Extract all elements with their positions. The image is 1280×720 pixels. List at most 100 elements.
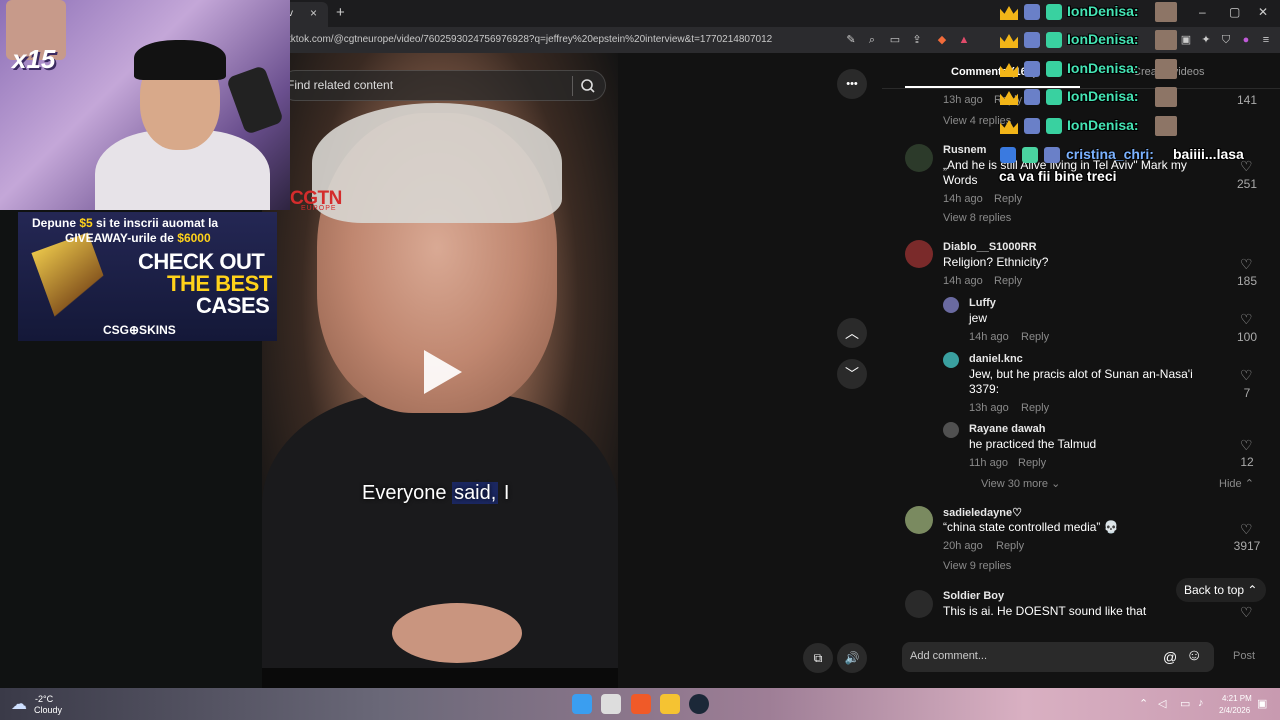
ad-line-2: GIVEAWAY-urile de $6000 bbox=[65, 231, 211, 245]
reply-button[interactable]: Reply bbox=[994, 193, 1022, 205]
close-window-button[interactable]: ✕ bbox=[1258, 5, 1268, 19]
video-frame-hands bbox=[392, 603, 522, 663]
reader-icon[interactable]: ✎ bbox=[843, 32, 859, 48]
avatar[interactable] bbox=[905, 506, 933, 534]
like-count: 12 bbox=[1240, 455, 1254, 469]
reply-button[interactable]: Reply bbox=[1021, 331, 1049, 343]
extensions-icon[interactable]: ✦ bbox=[1198, 32, 1214, 48]
wallet-icon[interactable]: ▣ bbox=[1178, 32, 1194, 48]
webcam-headphones bbox=[134, 40, 226, 80]
url-field[interactable]: tktok.com/@cgtneurope/video/760259302475… bbox=[288, 34, 772, 45]
clock-date[interactable]: 2/4/2026 bbox=[1219, 706, 1250, 715]
chevron-up-icon: ︿ bbox=[845, 325, 859, 341]
brave-browser-icon[interactable] bbox=[631, 694, 651, 714]
new-tab-button[interactable]: + bbox=[336, 4, 345, 21]
avatar[interactable] bbox=[943, 352, 959, 368]
cast-icon[interactable]: ▭ bbox=[887, 32, 903, 48]
avatar[interactable] bbox=[905, 240, 933, 268]
emoji-icon[interactable]: ☺ bbox=[1186, 647, 1202, 665]
heart-icon[interactable]: ♡ bbox=[1240, 521, 1253, 538]
play-icon[interactable] bbox=[424, 350, 462, 394]
profile-icon[interactable]: ● bbox=[1238, 32, 1254, 48]
cloud-icon[interactable]: ☁ bbox=[11, 694, 27, 714]
notification-icon[interactable]: ▣ bbox=[1257, 697, 1267, 710]
view-replies-button[interactable]: View 9 replies bbox=[943, 560, 1011, 572]
like-count: 100 bbox=[1236, 330, 1258, 344]
like-count: 251 bbox=[1236, 177, 1258, 191]
share-icon[interactable]: ⇪ bbox=[909, 32, 925, 48]
clock-time[interactable]: 4:21 PM bbox=[1222, 694, 1252, 703]
hide-replies-button[interactable]: Hide ⌃ bbox=[1219, 477, 1254, 490]
back-to-top-button[interactable]: Back to top ⌃ bbox=[1176, 578, 1266, 602]
heart-icon[interactable]: ♡ bbox=[1240, 437, 1253, 454]
reply-button[interactable]: Reply bbox=[1021, 402, 1049, 414]
volume-tray-icon[interactable]: ♪ bbox=[1198, 697, 1204, 709]
comment-username[interactable]: Soldier Boy bbox=[943, 590, 1004, 602]
file-explorer-icon[interactable] bbox=[660, 694, 680, 714]
add-comment-placeholder: Add comment... bbox=[910, 650, 988, 662]
bot-badge-icon bbox=[1024, 89, 1040, 105]
chat-username: IonDenisa: bbox=[1067, 88, 1139, 104]
reply-time: 11h ago bbox=[969, 457, 1008, 469]
task-view-icon[interactable] bbox=[601, 694, 621, 714]
next-video-button[interactable]: ﹀ bbox=[837, 359, 867, 389]
heart-icon[interactable]: ♡ bbox=[1240, 311, 1253, 328]
menu-icon[interactable]: ≡ bbox=[1258, 32, 1274, 48]
rewards-icon[interactable]: ▲ bbox=[956, 32, 972, 48]
emote-icon bbox=[1155, 30, 1177, 50]
microphone bbox=[225, 64, 285, 136]
sub-badge-icon bbox=[1046, 32, 1062, 48]
comment-username[interactable]: Diablo__S1000RR bbox=[943, 241, 1037, 253]
steam-icon[interactable] bbox=[689, 694, 709, 714]
zoom-icon[interactable]: ⌕ bbox=[864, 32, 880, 48]
speaker-icon[interactable]: ◁ bbox=[1158, 697, 1166, 710]
reply-username[interactable]: Luffy bbox=[969, 297, 996, 309]
reply-username[interactable]: Rayane dawah bbox=[969, 423, 1045, 435]
brave-shield-icon[interactable]: ◆ bbox=[934, 32, 950, 48]
ad-text: Depune bbox=[32, 216, 80, 230]
comment-time: 13h ago bbox=[943, 94, 983, 106]
mention-icon[interactable]: @ bbox=[1163, 649, 1177, 665]
comment-time: 14h ago bbox=[943, 193, 983, 205]
heart-icon[interactable]: ♡ bbox=[1240, 256, 1253, 273]
video-caption: Everyone said, I bbox=[362, 482, 509, 505]
post-button[interactable]: Post bbox=[1233, 650, 1255, 662]
comment-username[interactable]: Rusnem bbox=[943, 144, 986, 156]
start-button[interactable] bbox=[572, 694, 592, 714]
avatar[interactable] bbox=[943, 422, 959, 438]
view-more-replies-button[interactable]: View 30 more ⌄ bbox=[981, 477, 1060, 490]
avatar[interactable] bbox=[943, 297, 959, 313]
reply-button[interactable]: Reply bbox=[994, 275, 1022, 287]
comment-username[interactable]: sadieledayne♡ bbox=[943, 506, 1022, 519]
video-frame-hair bbox=[312, 103, 562, 223]
reply-button[interactable]: Reply bbox=[996, 540, 1024, 552]
reply-button[interactable]: Reply bbox=[1018, 457, 1046, 469]
tray-chevron-icon[interactable]: ⌃ bbox=[1139, 697, 1148, 710]
more-options-button[interactable]: ••• bbox=[837, 69, 867, 99]
network-icon[interactable]: ▭ bbox=[1180, 697, 1190, 710]
heart-icon[interactable]: ♡ bbox=[1240, 367, 1253, 384]
weather-temp[interactable]: -2°C bbox=[35, 694, 53, 704]
pip-button[interactable]: ⧉ bbox=[803, 643, 833, 673]
heart-icon[interactable]: ♡ bbox=[1240, 604, 1253, 621]
reply-time: 14h ago bbox=[969, 331, 1009, 343]
avatar[interactable] bbox=[905, 144, 933, 172]
ad-amount: $6000 bbox=[177, 231, 211, 245]
sub-badge-icon bbox=[1046, 61, 1062, 77]
maximize-button[interactable]: ▢ bbox=[1229, 5, 1240, 19]
volume-button[interactable]: 🔊 bbox=[837, 643, 867, 673]
ad-brand: CSG⊕SKINS bbox=[103, 323, 176, 337]
sub-badge-icon bbox=[1046, 118, 1062, 134]
view-more-label: View 30 more bbox=[981, 478, 1049, 490]
vpn-icon[interactable]: ⛉ bbox=[1218, 32, 1234, 48]
tab-close-icon[interactable]: × bbox=[310, 6, 317, 20]
chevron-up-icon: ⌃ bbox=[1247, 583, 1258, 597]
search-button[interactable] bbox=[572, 76, 600, 96]
view-replies-button[interactable]: View 8 replies bbox=[943, 212, 1011, 224]
weather-condition[interactable]: Cloudy bbox=[34, 705, 62, 715]
previous-video-button[interactable]: ︿ bbox=[837, 318, 867, 348]
minimize-button[interactable]: – bbox=[1199, 5, 1206, 19]
avatar[interactable] bbox=[905, 590, 933, 618]
emote-icon bbox=[1155, 2, 1177, 22]
reply-username[interactable]: daniel.knc bbox=[969, 353, 1023, 365]
